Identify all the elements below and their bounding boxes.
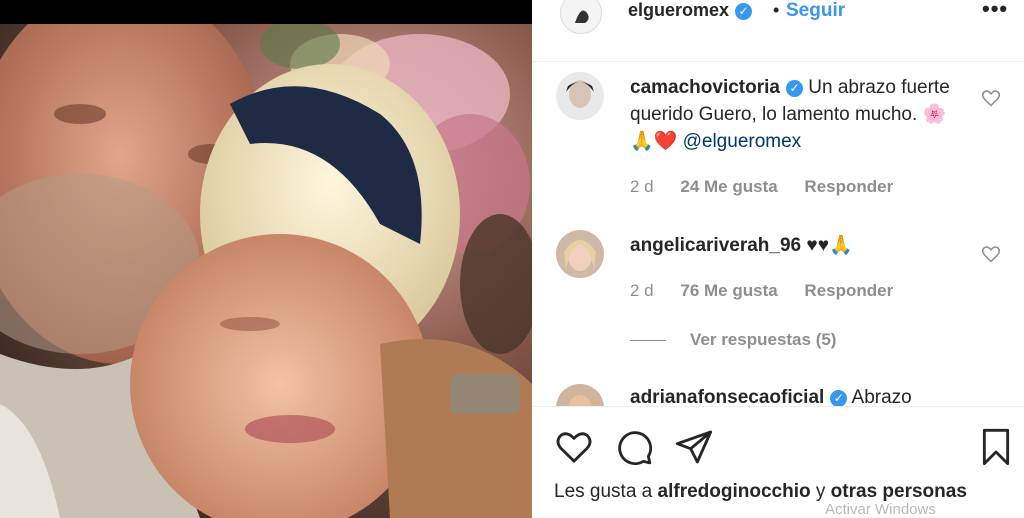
like-comment-icon[interactable] bbox=[981, 88, 1001, 108]
share-icon[interactable] bbox=[674, 427, 714, 467]
commenter-avatar-image bbox=[556, 230, 604, 278]
comment-age: 2 d bbox=[630, 177, 654, 196]
comment-age: 2 d bbox=[630, 281, 654, 300]
author-avatar[interactable] bbox=[560, 0, 602, 34]
comment-meta: 2 d 24 Me gusta Responder bbox=[630, 177, 915, 197]
comment-likes[interactable]: 76 Me gusta bbox=[680, 281, 777, 300]
comment-body: Abrazo bbox=[851, 387, 912, 406]
replies-divider bbox=[630, 340, 666, 342]
view-replies-label: Ver respuestas (5) bbox=[690, 330, 837, 349]
author-username-text: elgueromex bbox=[628, 0, 730, 20]
comment-text: adrianafonsecaoficial ✓ Abrazo bbox=[630, 387, 912, 406]
comment-item-clipped: adrianafonsecaoficial ✓ Abrazo bbox=[532, 380, 1024, 406]
commenter-username[interactable]: adrianafonsecaoficial bbox=[630, 387, 824, 406]
windows-activation-watermark: Activar Windows bbox=[825, 501, 936, 518]
selfie-image bbox=[0, 24, 532, 518]
follow-button[interactable]: Seguir bbox=[786, 0, 845, 22]
comment-text: camachovictoria ✓ Un abrazo fuerte querid… bbox=[630, 74, 960, 155]
reply-button[interactable]: Responder bbox=[804, 281, 893, 300]
other-likers-link[interactable]: otras personas bbox=[831, 481, 967, 502]
comment-icon[interactable] bbox=[614, 427, 654, 467]
likes-summary: Les gusta a alfredoginocchio y otras per… bbox=[554, 481, 967, 503]
likes-prefix: Les gusta a bbox=[554, 481, 653, 502]
view-replies-button[interactable]: Ver respuestas (5) bbox=[630, 330, 836, 350]
reply-button[interactable]: Responder bbox=[804, 177, 893, 196]
commenter-avatar-image bbox=[556, 384, 604, 406]
commenter-avatar[interactable] bbox=[556, 72, 604, 120]
commenter-username[interactable]: angelicariverah_96 bbox=[630, 235, 801, 256]
more-icon[interactable]: ••• bbox=[982, 0, 1008, 22]
liker-username[interactable]: alfredoginocchio bbox=[658, 481, 811, 502]
comment-mention[interactable]: @elgueromex bbox=[683, 131, 802, 152]
comment-likes[interactable]: 24 Me gusta bbox=[680, 177, 777, 196]
post-photo bbox=[0, 0, 532, 518]
verified-icon: ✓ bbox=[735, 3, 753, 20]
verified-icon: ✓ bbox=[785, 80, 803, 97]
author-avatar-image bbox=[561, 0, 601, 33]
separator-dot: • bbox=[773, 0, 780, 20]
commenter-avatar[interactable] bbox=[556, 230, 604, 278]
verified-icon: ✓ bbox=[830, 390, 848, 406]
comments-panel: elgueromex ✓ • Seguir ••• camachovictoria… bbox=[532, 0, 1024, 518]
commenter-avatar-image bbox=[556, 72, 604, 120]
comment-text: angelicariverah_96 ♥♥🙏 bbox=[630, 232, 960, 259]
comment-meta: 2 d 76 Me gusta Responder bbox=[630, 281, 915, 301]
heart-icon[interactable] bbox=[554, 427, 594, 467]
bookmark-icon[interactable] bbox=[976, 427, 1016, 467]
post-header: elgueromex ✓ • Seguir ••• bbox=[532, 0, 1024, 62]
post-actions: Les gusta a alfredoginocchio y otras per… bbox=[532, 406, 1024, 518]
likes-middle: y bbox=[815, 481, 826, 502]
commenter-avatar[interactable] bbox=[556, 384, 604, 406]
author-username[interactable]: elgueromex ✓ bbox=[628, 0, 753, 21]
photo-top-bar bbox=[0, 0, 532, 24]
like-comment-icon[interactable] bbox=[981, 244, 1001, 264]
comment-emojis: ♥♥🙏 bbox=[806, 235, 853, 256]
commenter-username[interactable]: camachovictoria bbox=[630, 77, 780, 98]
